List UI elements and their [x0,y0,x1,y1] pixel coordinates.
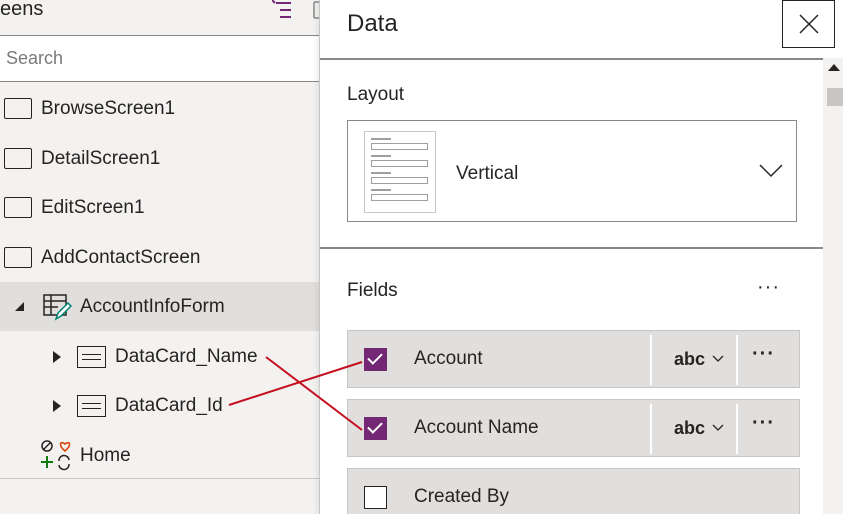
field-name: Created By [414,486,510,507]
chevron-down-icon [712,424,724,431]
tree-item-accountinfoform[interactable]: AccountInfoForm [0,282,319,331]
screen-icon [4,98,32,119]
component-icon [41,440,71,471]
tree-item-label: BrowseScreen1 [41,97,176,119]
screen-icon [4,148,32,169]
fields-label: Fields [347,280,398,301]
tree-item-label: EditScreen1 [41,196,145,218]
tree-item-label: AccountInfoForm [80,295,225,317]
tree-item-home[interactable]: Home [0,431,319,480]
field-row-created-by[interactable]: Created By [347,468,800,514]
tree-item-editscreen1[interactable]: EditScreen1 [0,183,319,232]
tree-item-datacard-id[interactable]: DataCard_Id [0,381,319,430]
tree-item-label: AddContactScreen [41,246,201,268]
expand-icon[interactable] [53,350,61,363]
field-more-button[interactable]: ··· [752,343,775,366]
field-checkbox[interactable] [364,417,387,440]
scroll-up-icon[interactable] [828,64,840,71]
field-type-dropdown[interactable]: abc [674,349,705,370]
tree-item-label: Home [80,444,131,466]
chevron-down-icon [712,355,724,362]
tree-item-label: DataCard_Name [115,345,258,367]
pane-scrollbar[interactable] [823,58,843,514]
layout-value: Vertical [456,163,519,184]
edit-form-icon [43,293,72,321]
data-pane: Data Layout Vertical Fields ··· Account … [319,0,843,514]
field-row-account[interactable]: Account abc ··· [347,330,800,388]
data-card-icon [77,394,106,417]
tree-item-datacard-name[interactable]: DataCard_Name [0,332,319,381]
screen-icon [4,197,32,218]
data-card-icon [77,345,106,368]
scroll-thumb[interactable] [827,88,843,106]
field-separator [650,335,652,385]
field-more-button[interactable]: ··· [752,412,775,435]
tree-divider [0,478,319,479]
collapse-icon[interactable] [15,302,24,311]
close-icon [798,14,819,34]
pane-title: Data [347,10,398,37]
field-type-dropdown[interactable]: abc [674,418,705,439]
pane-divider [320,247,823,249]
tree-options-icon[interactable] [272,0,294,22]
field-name: Account Name [414,417,539,438]
tree-title: eens [0,0,44,20]
pane-divider [320,58,823,60]
search-input[interactable] [0,36,319,81]
field-checkbox[interactable] [364,486,387,509]
screen-icon [4,247,32,268]
tree-view-panel: eens BrowseScreen1 DetailScreen1 [0,0,319,514]
vertical-layout-icon [364,131,436,213]
fields-more-button[interactable]: ··· [757,276,780,299]
field-separator [736,335,738,385]
app-root: eens BrowseScreen1 DetailScreen1 [0,0,843,514]
tree-item-label: DetailScreen1 [41,147,161,169]
layout-dropdown[interactable]: Vertical [347,120,797,222]
field-separator [650,404,652,454]
chevron-down-icon [759,164,783,178]
tree-item-addcontactscreen[interactable]: AddContactScreen [0,233,319,282]
field-separator [736,404,738,454]
tree-item-detailscreen1[interactable]: DetailScreen1 [0,134,319,183]
field-name: Account [414,348,483,369]
expand-icon[interactable] [53,399,61,412]
tree-header: eens [0,0,319,34]
field-checkbox[interactable] [364,348,387,371]
close-button[interactable] [782,0,835,48]
field-row-account-name[interactable]: Account Name abc ··· [347,399,800,457]
tree-item-browsescreen1[interactable]: BrowseScreen1 [0,84,319,133]
search-box[interactable] [0,35,319,82]
layout-label: Layout [347,84,405,105]
tree-item-label: DataCard_Id [115,394,223,416]
